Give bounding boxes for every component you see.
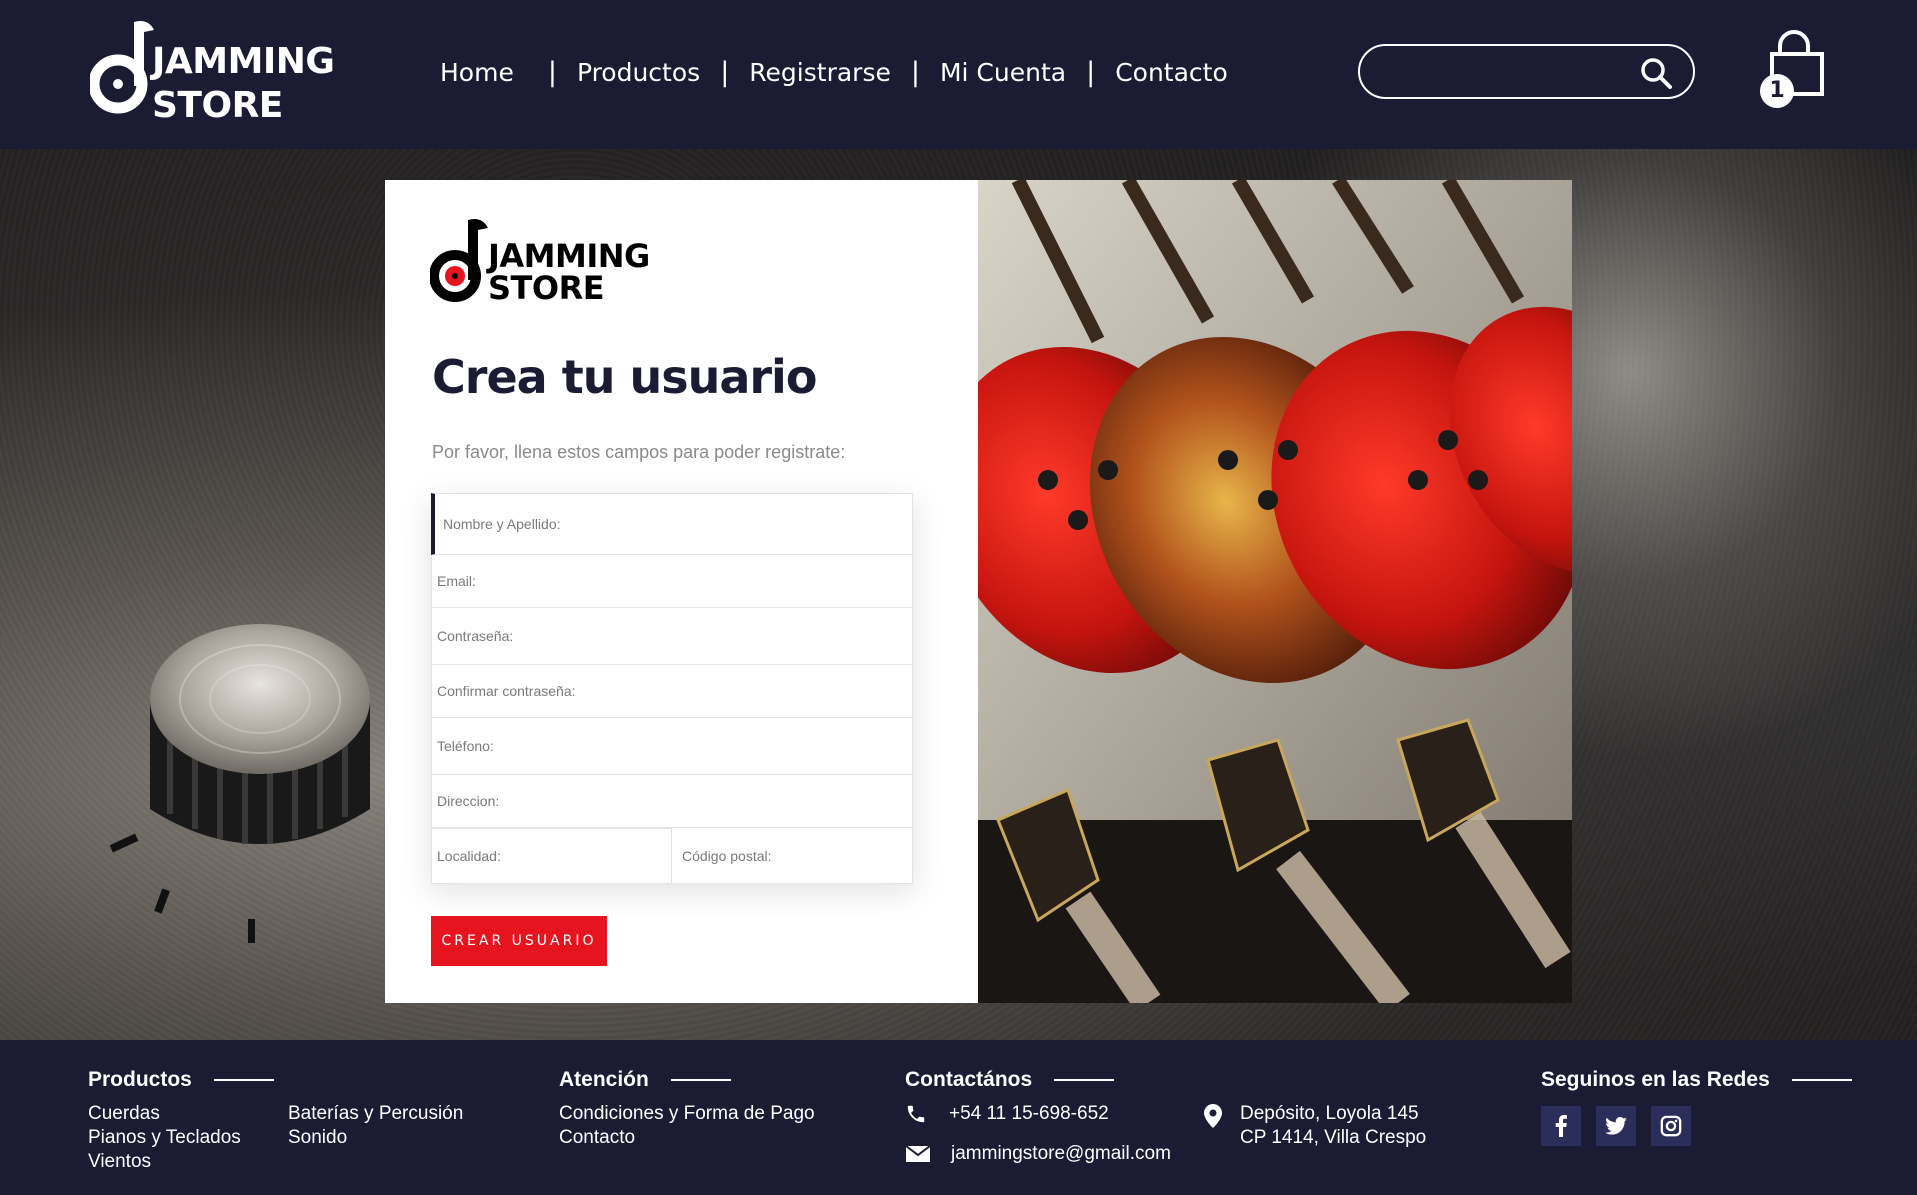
logo-text-line2: STORE [152,85,283,126]
card-logo-line1: JAMMING [488,237,650,275]
guitars-image [978,180,1572,1003]
nav-mi-cuenta[interactable]: Mi Cuenta [940,58,1066,87]
location-pin-icon [1204,1104,1222,1128]
footer-atencion-title: Atención [559,1068,649,1091]
divider [1054,1079,1115,1081]
music-note-logo-icon [430,219,488,302]
footer-redes: Seguinos en las Redes [1541,1068,1852,1146]
name-input[interactable] [435,494,912,554]
mail-icon [905,1145,931,1162]
cart-count-badge: 1 [1760,74,1794,108]
zip-field-wrap [672,828,913,884]
city-zip-row [431,828,913,884]
footer-email[interactable]: jammingstore@gmail.com [951,1142,1171,1166]
nav-separator: | [1086,56,1096,88]
city-field-wrap [431,828,672,884]
confirm-password-input[interactable] [432,665,912,717]
form-instructions: Por favor, llena estos campos para poder… [432,442,846,462]
card-logo-line2: STORE [488,269,605,307]
confirm-password-field-wrap [431,665,913,718]
footer-atencion: Atención Condiciones y Forma de Pago Con… [559,1068,815,1150]
register-form-panel: JAMMING STORE Crea tu usuario Por favor,… [385,180,978,1003]
amp-knob-image [110,624,370,943]
search-input[interactable] [1378,56,1638,88]
twitter-button[interactable] [1596,1106,1636,1146]
footer-address-line2: CP 1414, Villa Crespo [1240,1127,1427,1148]
email-input[interactable] [432,555,912,607]
divider [213,1079,274,1081]
nav-contacto[interactable]: Contacto [1115,58,1228,87]
divider [670,1079,731,1081]
site-logo[interactable]: JAMMING STORE [90,16,360,126]
footer-link-cuerdas[interactable]: Cuerdas [88,1102,288,1126]
guitars-photo [978,180,1572,1003]
footer-link-baterias[interactable]: Baterías y Percusión [288,1102,463,1126]
facebook-icon [1555,1115,1567,1137]
social-links [1541,1106,1852,1146]
footer-link-sonido[interactable]: Sonido [288,1126,463,1150]
password-input[interactable] [432,608,912,664]
footer-contacto: Contactános +54 11 15-698-652 jammingsto… [905,1068,1171,1166]
nav-separator: | [720,56,730,88]
site-header: JAMMING STORE Home | Productos | Registr… [0,0,1917,149]
cart-button[interactable]: 1 [1760,30,1828,110]
nav-home[interactable]: Home [440,58,514,87]
footer-productos: Productos Cuerdas Pianos y Teclados Vien… [88,1068,463,1174]
footer-link-contacto[interactable]: Contacto [559,1126,815,1150]
zip-input[interactable] [672,828,912,883]
search-box [1358,44,1695,99]
register-card: JAMMING STORE Crea tu usuario Por favor,… [385,180,1572,1003]
phone-icon [907,1105,925,1123]
card-logo: JAMMING STORE [430,218,690,310]
footer-redes-title: Seguinos en las Redes [1541,1068,1770,1091]
footer-phone[interactable]: +54 11 15-698-652 [949,1102,1109,1126]
footer-address: Depósito, Loyola 145 CP 1414, Villa Cres… [1204,1102,1426,1150]
music-note-logo-icon [90,21,154,114]
instagram-button[interactable] [1651,1106,1691,1146]
site-footer: Productos Cuerdas Pianos y Teclados Vien… [0,1040,1917,1195]
footer-contacto-title: Contactános [905,1068,1033,1091]
footer-link-vientos[interactable]: Vientos [88,1150,288,1174]
phone-input[interactable] [432,718,912,774]
nav-registrarse[interactable]: Registrarse [749,58,891,87]
nav-separator: | [547,56,557,88]
password-field-wrap [431,608,913,665]
nav-separator: | [910,56,920,88]
search-icon[interactable] [1639,56,1673,90]
divider [1791,1079,1852,1081]
main-nav: Home | Productos | Registrarse | Mi Cuen… [440,50,1228,94]
address-field-wrap [431,775,913,828]
instagram-icon [1660,1115,1682,1137]
logo-text-line1: JAMMING [152,41,335,82]
footer-productos-title: Productos [88,1068,192,1091]
address-input[interactable] [432,775,912,827]
phone-field-wrap [431,718,913,775]
name-field-wrap [431,493,913,555]
register-form [431,493,913,884]
create-user-button[interactable]: CREAR USUARIO [431,916,607,966]
twitter-icon [1605,1117,1627,1135]
nav-productos[interactable]: Productos [577,58,700,87]
footer-link-pianos[interactable]: Pianos y Teclados [88,1126,288,1150]
page-title: Crea tu usuario [432,350,817,404]
footer-address-line1: Depósito, Loyola 145 [1240,1103,1419,1124]
city-input[interactable] [432,829,671,883]
footer-link-condiciones[interactable]: Condiciones y Forma de Pago [559,1102,815,1126]
email-field-wrap [431,555,913,608]
facebook-button[interactable] [1541,1106,1581,1146]
